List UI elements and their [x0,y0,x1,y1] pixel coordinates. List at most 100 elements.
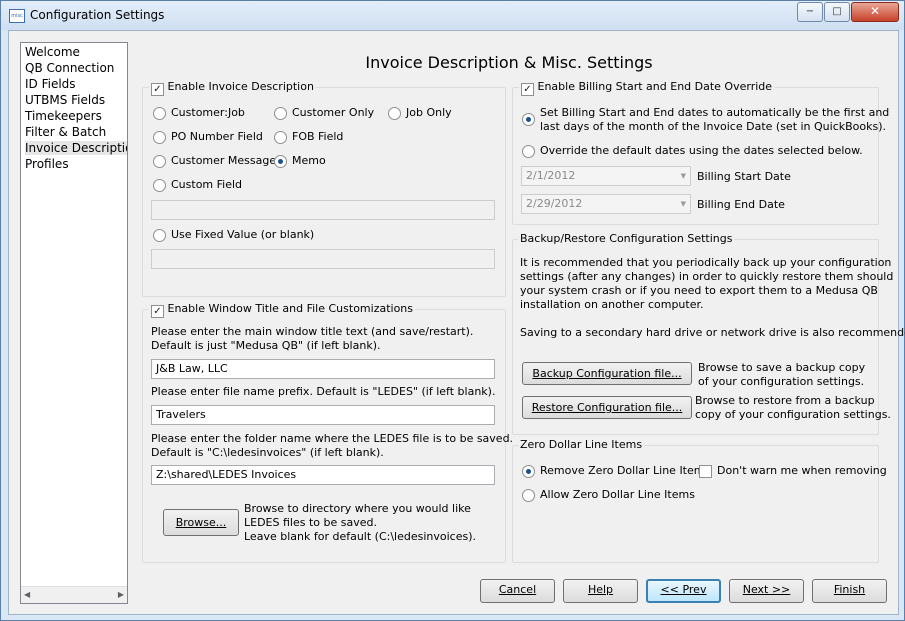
invoice-description-header: ✓ Enable Invoice Description [149,80,316,96]
enable-billing-override-label: Enable Billing Start and End Date Overri… [537,80,773,93]
finish-button[interactable]: Finish [812,579,887,603]
prefix-prompt: Please enter file name prefix. Default i… [151,385,496,398]
customer-message-label: Customer Message [171,154,277,167]
backup-text-line-4: installation on another computer. [520,298,704,311]
fixed-value-radio[interactable] [153,229,166,242]
enable-window-title-checkbox[interactable]: ✓ [151,305,164,318]
configuration-window: misc Configuration Settings − □ ✕ Welcom… [0,0,905,621]
billing-start-date-label: Billing Start Date [697,170,791,183]
customer-only-label: Customer Only [292,106,375,119]
remove-zero-dollar-label: Remove Zero Dollar Line Items [540,464,711,477]
billing-start-date-value: 2/1/2012 [526,169,576,182]
customer-job-label: Customer:Job [171,106,245,119]
nav-item-utbms-fields[interactable]: UTBMS Fields [25,93,105,107]
next-button[interactable]: Next >> [729,579,804,603]
page-title: Invoice Description & Misc. Settings [365,53,653,72]
backup-text-line-5: Saving to a secondary hard drive or netw… [520,326,905,339]
customer-only-radio[interactable] [274,107,287,120]
nav-item-filter-batch[interactable]: Filter & Batch [25,125,106,139]
backup-button-label: Backup Configuration file... [532,367,682,380]
dont-warn-label: Don't warn me when removing [717,464,887,477]
dont-warn-checkbox[interactable] [699,465,712,478]
allow-zero-dollar-radio[interactable] [522,489,535,502]
backup-help-line-1: Browse to save a backup copy [698,361,866,374]
fob-field-radio[interactable] [274,131,287,144]
backup-text-line-1: It is recommended that you periodically … [520,256,892,269]
backup-help-line-2: of your configuration settings. [698,375,865,388]
po-number-radio[interactable] [153,131,166,144]
customer-job-radio[interactable] [153,107,166,120]
prev-button-label: << Prev [660,583,707,596]
billing-dates-header: ✓ Enable Billing Start and End Date Over… [519,80,775,96]
cancel-button[interactable]: Cancel [480,579,555,603]
restore-configuration-button[interactable]: Restore Configuration file... [522,396,692,419]
billing-end-date-picker[interactable]: 2/29/2012 ▼ [521,194,691,214]
close-button[interactable]: ✕ [851,2,899,22]
title-bar[interactable]: misc Configuration Settings − □ ✕ [1,1,904,30]
title-prompt-line-1: Please enter the main window title text … [151,325,474,338]
memo-radio[interactable] [274,155,287,168]
custom-field-radio[interactable] [153,179,166,192]
browse-folder-button[interactable]: Browse... [163,509,239,536]
enable-billing-override-checkbox[interactable]: ✓ [521,83,534,96]
nav-item-qb-connection[interactable]: QB Connection [25,61,114,75]
client-area: Welcome QB Connection ID Fields UTBMS Fi… [8,30,905,615]
po-number-label: PO Number Field [171,130,263,143]
custom-field-label: Custom Field [171,178,243,191]
nav-item-profiles[interactable]: Profiles [25,157,69,171]
chevron-down-icon: ▼ [680,172,686,180]
customer-message-radio[interactable] [153,155,166,168]
minimize-button[interactable]: − [797,2,823,22]
next-button-label: Next >> [742,583,791,596]
job-only-label: Job Only [406,106,452,119]
window-title-header: ✓ Enable Window Title and File Customiza… [149,302,416,318]
custom-field-input[interactable] [151,200,495,220]
cancel-button-label: Cancel [498,583,537,596]
zero-dollar-header: Zero Dollar Line Items [518,438,645,451]
help-button[interactable]: Help [563,579,638,603]
zero-dollar-group [512,445,879,563]
fixed-value-label: Use Fixed Value (or blank) [171,228,315,241]
allow-zero-dollar-label: Allow Zero Dollar Line Items [540,488,695,501]
nav-item-invoice-description[interactable]: Invoice Description [25,141,127,155]
billing-start-date-picker[interactable]: 2/1/2012 ▼ [521,166,691,186]
restore-help-line-2: copy of your configuration settings. [695,408,891,421]
folder-prompt-line-1: Please enter the folder name where the L… [151,432,514,445]
restore-button-label: Restore Configuration file... [531,401,683,414]
settings-nav-list: Welcome QB Connection ID Fields UTBMS Fi… [20,42,128,604]
fixed-value-input[interactable] [151,249,495,269]
browse-help-line-3: Leave blank for default (C:\ledesinvoice… [244,530,477,543]
memo-label: Memo [292,154,326,167]
scroll-right-icon[interactable]: ▶ [118,590,124,599]
enable-invoice-description-checkbox[interactable]: ✓ [151,83,164,96]
enable-window-title-label: Enable Window Title and File Customizati… [167,302,414,315]
nav-horizontal-scrollbar[interactable]: ◀ ▶ [21,586,127,603]
prev-button[interactable]: << Prev [646,579,721,603]
title-prompt-line-2: Default is just "Medusa QB" (if left bla… [151,339,381,352]
window-title-input[interactable]: J&B Law, LLC [151,359,495,379]
auto-billing-label-line-1: Set Billing Start and End dates to autom… [540,106,890,119]
backup-text-line-3: your system crash or if you need to expo… [520,284,878,297]
job-only-radio[interactable] [388,107,401,120]
finish-button-label: Finish [833,583,866,596]
window-title: Configuration Settings [30,8,165,22]
nav-item-timekeepers[interactable]: Timekeepers [25,109,102,123]
folder-path-input[interactable]: Z:\shared\LEDES Invoices [151,465,495,485]
backup-restore-header: Backup/Restore Configuration Settings [518,232,735,245]
nav-item-welcome[interactable]: Welcome [25,45,80,59]
maximize-button[interactable]: □ [824,2,850,22]
billing-end-date-label: Billing End Date [697,198,785,211]
backup-text-line-2: settings (after any changes) in order to… [520,270,894,283]
file-prefix-input[interactable]: Travelers [151,405,495,425]
backup-configuration-button[interactable]: Backup Configuration file... [522,362,692,385]
nav-item-id-fields[interactable]: ID Fields [25,77,76,91]
auto-billing-dates-radio[interactable] [522,113,535,126]
browse-help-line-1: Browse to directory where you would like [244,502,471,515]
remove-zero-dollar-radio[interactable] [522,465,535,478]
browse-help-line-2: LEDES files to be saved. [244,516,377,529]
override-dates-radio[interactable] [522,145,535,158]
scroll-left-icon[interactable]: ◀ [24,590,30,599]
auto-billing-label-line-2: last days of the month of the Invoice Da… [540,120,887,133]
app-icon: misc [9,9,25,23]
restore-help-line-1: Browse to restore from a backup [695,394,875,407]
